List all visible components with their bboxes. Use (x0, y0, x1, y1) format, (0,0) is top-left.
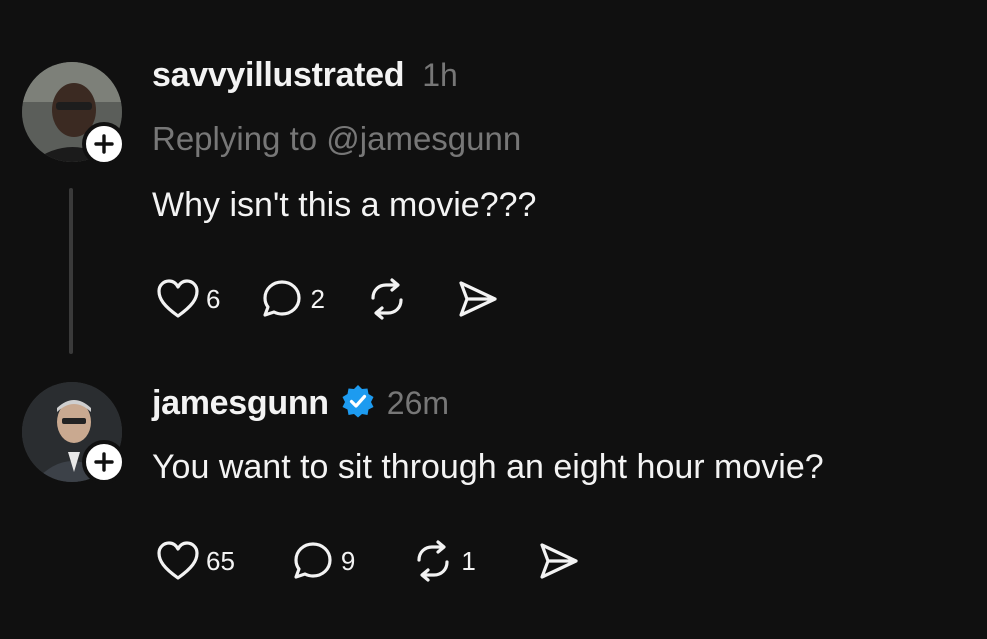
timestamp[interactable]: 26m (387, 385, 449, 422)
username[interactable]: savvyillustrated (152, 56, 405, 95)
plus-icon (94, 452, 114, 472)
post-header: savvyillustrated 1h (152, 56, 458, 95)
like-button[interactable]: 65 (156, 540, 235, 582)
post-text: Why isn't this a movie??? (152, 186, 537, 224)
follow-plus-button[interactable] (82, 122, 126, 166)
repost-icon (417, 540, 449, 582)
timestamp[interactable]: 1h (422, 57, 458, 94)
send-icon (540, 543, 578, 579)
reply-post-jamesgunn: jamesgunn 26m You want to sit through an… (0, 360, 987, 639)
heart-icon (157, 279, 199, 318)
reply-count: 2 (310, 283, 325, 314)
like-button[interactable]: 6 (156, 278, 220, 320)
action-bar: 6 2 (156, 278, 539, 320)
like-count: 65 (206, 545, 235, 576)
repost-button[interactable]: 1 (411, 540, 476, 582)
thread-line (69, 188, 73, 354)
like-count: 6 (206, 283, 221, 314)
username[interactable]: jamesgunn (152, 384, 329, 423)
reply-post-savvyillustrated: savvyillustrated 1h Replying to @jamesgu… (0, 0, 987, 360)
follow-plus-button[interactable] (82, 440, 126, 484)
reply-button[interactable]: 2 (260, 278, 325, 320)
replying-to-text[interactable]: Replying to @jamesgunn (152, 120, 521, 158)
repost-button[interactable] (365, 278, 415, 320)
post-text: You want to sit through an eight hour mo… (152, 448, 824, 486)
action-bar: 65 9 1 (156, 540, 620, 582)
comment-icon (294, 542, 332, 579)
repost-icon (371, 278, 403, 320)
post-header: jamesgunn 26m (152, 380, 449, 423)
heart-icon (157, 541, 199, 580)
repost-count: 1 (461, 545, 476, 576)
share-button[interactable] (455, 278, 499, 320)
share-button[interactable] (536, 540, 580, 582)
reply-button[interactable]: 9 (291, 540, 355, 582)
reply-count: 9 (340, 545, 356, 576)
plus-icon (94, 134, 114, 154)
comment-icon (263, 280, 302, 317)
send-icon (459, 281, 497, 317)
verified-badge-icon (341, 384, 375, 423)
